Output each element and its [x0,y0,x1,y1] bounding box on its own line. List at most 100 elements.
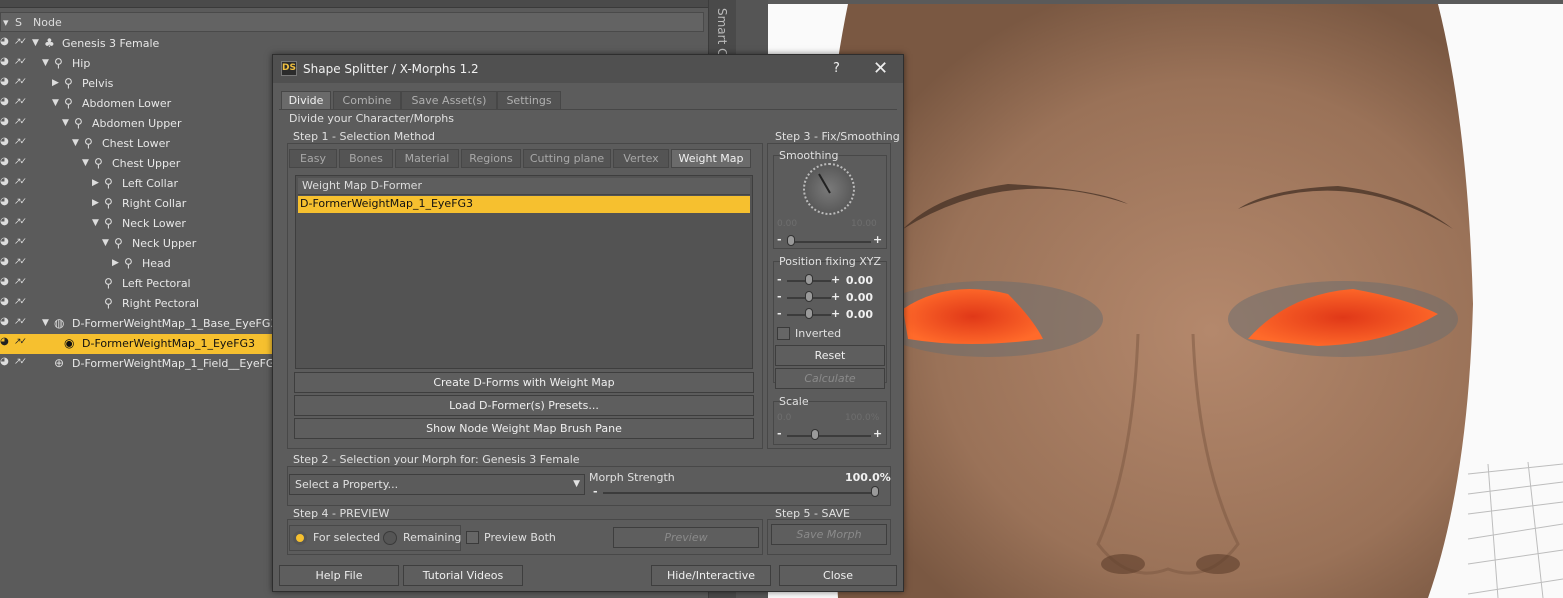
z-slider-thumb[interactable] [805,308,813,319]
visibility-icon[interactable] [0,76,10,89]
tab-combine[interactable]: Combine [333,91,401,110]
collapse-arrow-icon[interactable]: ▼ [42,318,49,328]
close-button[interactable]: Close [779,565,897,586]
subtab-easy[interactable]: Easy [289,149,337,168]
weight-map-list[interactable]: Weight Map D-Former D-FormerWeightMap_1_… [295,175,753,369]
selectable-icon[interactable] [14,57,25,69]
reset-button[interactable]: Reset [775,345,885,366]
selectable-icon[interactable] [14,157,25,169]
visibility-icon[interactable] [0,316,10,329]
visibility-icon[interactable] [0,296,10,309]
load-dformer-presets-button[interactable]: Load D-Former(s) Presets... [294,395,754,416]
selectable-icon[interactable] [14,257,25,269]
x-minus[interactable]: - [777,273,782,286]
z-minus[interactable]: - [777,307,782,320]
node-col-header[interactable]: Node [33,16,62,29]
for-selected-radio[interactable] [293,531,307,545]
remaining-radio[interactable] [383,531,397,545]
inverted-checkbox[interactable] [777,327,790,340]
y-minus[interactable]: - [777,290,782,303]
visibility-icon[interactable] [0,56,10,69]
expand-arrow-icon[interactable]: ▶ [112,258,119,268]
smoothing-minus[interactable]: - [777,233,782,246]
collapse-arrow-icon[interactable]: ▼ [92,218,99,228]
y-slider-thumb[interactable] [805,291,813,302]
subtab-regions[interactable]: Regions [461,149,521,168]
visibility-icon[interactable] [0,356,10,369]
tutorial-videos-button[interactable]: Tutorial Videos [403,565,523,586]
smoothing-plus[interactable]: + [873,233,882,246]
visibility-icon[interactable] [0,136,10,149]
selectable-icon[interactable] [14,177,25,189]
morph-strength-minus[interactable]: - [593,485,598,498]
selectable-icon[interactable] [14,277,25,289]
visibility-icon[interactable] [0,336,10,349]
morph-strength-track[interactable] [603,492,873,494]
tab-save-assets[interactable]: Save Asset(s) [401,91,497,110]
collapse-arrow-icon[interactable]: ▼ [72,138,79,148]
visibility-icon[interactable] [0,96,10,109]
collapse-arrow-icon[interactable]: ▼ [42,58,49,68]
selectable-icon[interactable] [14,37,25,49]
calculate-button[interactable]: Calculate [775,368,885,389]
show-weight-map-brush-button[interactable]: Show Node Weight Map Brush Pane [294,418,754,439]
visibility-icon[interactable] [0,156,10,169]
close-icon[interactable]: ✕ [873,58,888,79]
selectable-icon[interactable] [14,297,25,309]
collapse-arrow-icon[interactable]: ▼ [102,238,109,248]
selectable-icon[interactable] [14,197,25,209]
visibility-icon[interactable] [0,196,10,209]
visibility-icon[interactable] [0,216,10,229]
visibility-icon[interactable] [0,256,10,269]
create-dforms-button[interactable]: Create D-Forms with Weight Map [294,372,754,393]
dialog-titlebar[interactable]: DS Shape Splitter / X-Morphs 1.2 ? ✕ [273,55,903,83]
x-slider-thumb[interactable] [805,274,813,285]
selectable-icon[interactable] [14,97,25,109]
expand-arrow-icon[interactable]: ▶ [92,178,99,188]
preview-button[interactable]: Preview [613,527,759,548]
selectable-icon[interactable] [14,317,25,329]
selectable-icon[interactable] [14,337,25,349]
visible-col-header[interactable]: S [15,16,22,29]
smoothing-slider-track[interactable] [787,241,871,243]
selectable-icon[interactable] [14,217,25,229]
visibility-icon[interactable] [0,236,10,249]
subtab-bones[interactable]: Bones [339,149,393,168]
scale-slider-thumb[interactable] [811,429,819,440]
selectable-icon[interactable] [14,77,25,89]
subtab-weight-map[interactable]: Weight Map [671,149,751,168]
scale-slider-track[interactable] [787,435,871,437]
visibility-icon[interactable] [0,276,10,289]
help-button[interactable]: ? [833,61,840,76]
scale-minus[interactable]: - [777,427,782,440]
visibility-icon[interactable] [0,36,10,49]
collapse-arrow-icon[interactable]: ▼ [32,38,39,48]
tree-row[interactable]: ▼ ♣ Genesis 3 Female [0,34,704,54]
property-select[interactable]: Select a Property... ▼ [289,474,585,495]
tab-settings[interactable]: Settings [497,91,561,110]
collapse-arrow-icon[interactable]: ▼ [82,158,89,168]
subtab-material[interactable]: Material [395,149,459,168]
preview-both-checkbox[interactable] [466,531,479,544]
subtab-cutting-plane[interactable]: Cutting plane [523,149,611,168]
selectable-icon[interactable] [14,357,25,369]
selectable-icon[interactable] [14,117,25,129]
hide-interactive-button[interactable]: Hide/Interactive [651,565,771,586]
selectable-icon[interactable] [14,137,25,149]
visibility-icon[interactable] [0,116,10,129]
collapse-arrow-icon[interactable]: ▼ [52,98,59,108]
weight-map-list-item[interactable]: D-FormerWeightMap_1_EyeFG3 [298,196,750,213]
collapse-arrow-icon[interactable]: ▼ [62,118,69,128]
smoothing-slider-thumb[interactable] [787,235,795,246]
visibility-icon[interactable] [0,176,10,189]
help-file-button[interactable]: Help File [279,565,399,586]
selectable-icon[interactable] [14,237,25,249]
tab-divide[interactable]: Divide [281,91,331,110]
scale-plus[interactable]: + [873,427,882,440]
morph-strength-thumb[interactable] [871,486,879,497]
save-morph-button[interactable]: Save Morph [771,524,887,545]
tree-row[interactable]: ◉ D-FormerWeightMap_1_EyeFG3 [0,334,272,354]
subtab-vertex[interactable]: Vertex [613,149,669,168]
expand-arrow-icon[interactable]: ▶ [52,78,59,88]
smoothing-knob[interactable] [803,163,855,215]
